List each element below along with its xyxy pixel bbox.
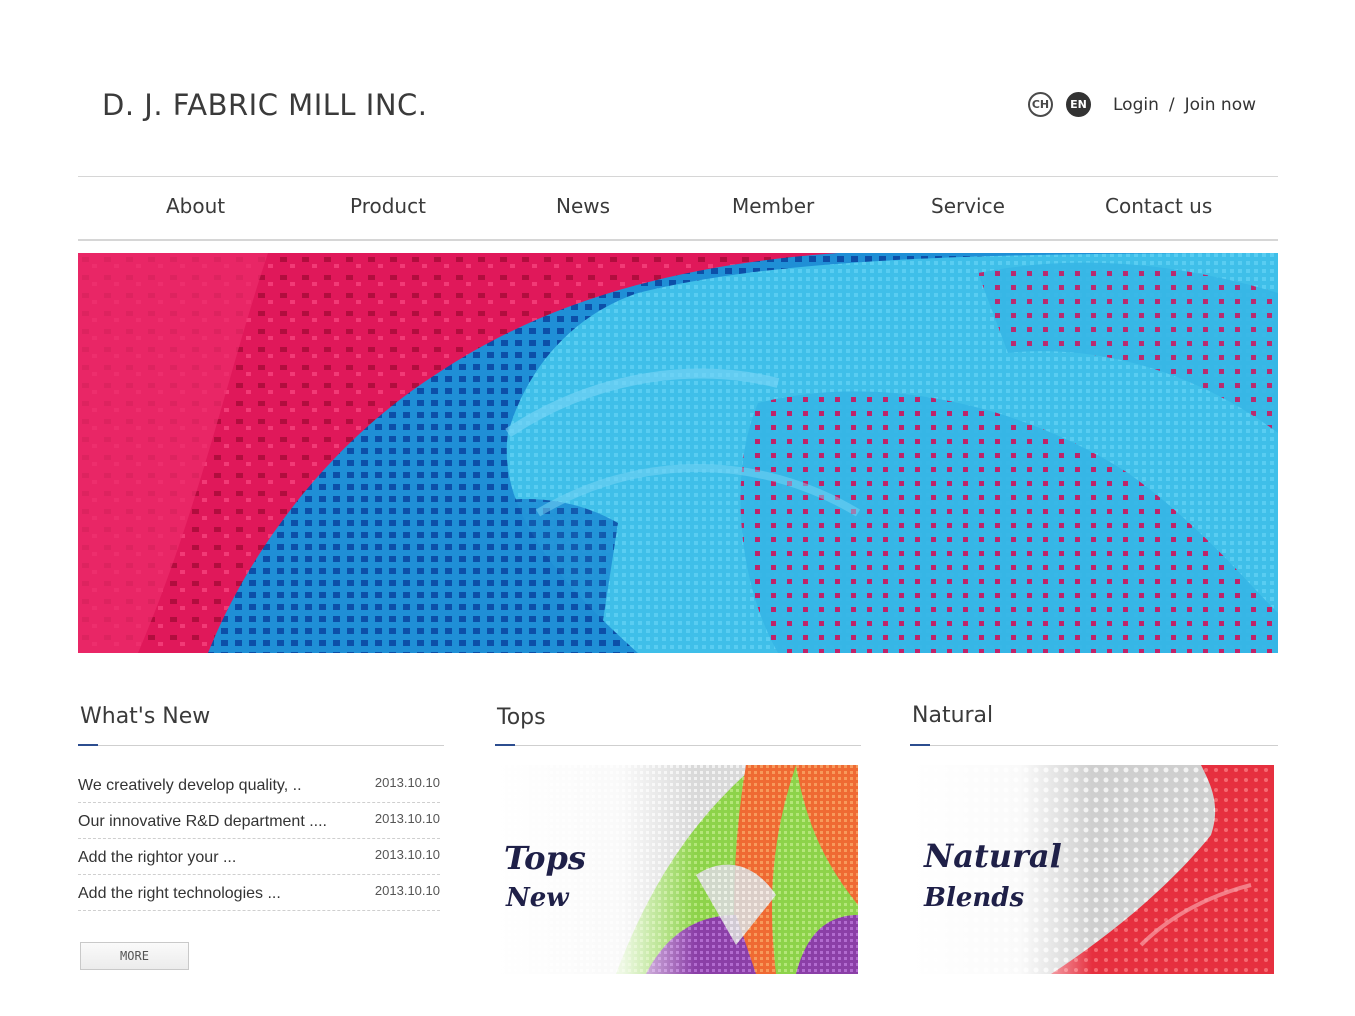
- main-nav: About Product News Member Service Contac…: [78, 176, 1278, 241]
- join-now-link[interactable]: Join now: [1185, 95, 1256, 115]
- news-item[interactable]: Add the rightor your ... 2013.10.10: [78, 839, 440, 875]
- news-item-date: 2013.10.10: [374, 883, 440, 898]
- news-item-date: 2013.10.10: [374, 811, 440, 826]
- nav-contact-us[interactable]: Contact us: [1105, 194, 1212, 218]
- site-logo[interactable]: D. J. FABRIC MILL INC.: [102, 88, 428, 122]
- news-item-title: We creatively develop quality, ..: [78, 777, 302, 794]
- news-list: We creatively develop quality, .. 2013.1…: [78, 767, 440, 911]
- hero-banner-image: [78, 253, 1278, 653]
- natural-promo-card[interactable]: Natural Blends: [911, 765, 1274, 974]
- nav-product[interactable]: Product: [350, 194, 426, 218]
- natural-accent: [910, 744, 930, 746]
- natural-title: Natural: [912, 703, 994, 728]
- news-item-title: Add the right technologies ...: [78, 885, 281, 902]
- news-item-date: 2013.10.10: [374, 847, 440, 862]
- whats-new-accent: [78, 744, 98, 746]
- natural-promo-heading: Natural: [924, 837, 1062, 875]
- news-item[interactable]: We creatively develop quality, .. 2013.1…: [78, 767, 440, 803]
- auth-separator: /: [1168, 94, 1175, 115]
- lace-fabric-illustration: [78, 253, 1278, 653]
- header-utility: CH EN Login / Join now: [1028, 92, 1256, 117]
- tops-divider: [495, 745, 861, 746]
- news-item[interactable]: Our innovative R&D department .... 2013.…: [78, 803, 440, 839]
- news-item-title: Add the rightor your ...: [78, 849, 237, 866]
- more-button[interactable]: MORE: [80, 942, 189, 970]
- news-item-date: 2013.10.10: [374, 775, 440, 790]
- whats-new-divider: [78, 745, 444, 746]
- tops-accent: [495, 744, 515, 746]
- news-item-title: Our innovative R&D department ....: [78, 813, 327, 830]
- nav-member[interactable]: Member: [732, 194, 814, 218]
- whats-new-title: What's New: [80, 704, 211, 729]
- login-link[interactable]: Login: [1113, 95, 1159, 115]
- tops-promo-card[interactable]: Tops New: [496, 765, 858, 974]
- news-item[interactable]: Add the right technologies ... 2013.10.1…: [78, 875, 440, 911]
- tops-promo-subheading: New: [506, 883, 569, 913]
- auth-links: Login / Join now: [1113, 95, 1256, 115]
- lang-ch-button[interactable]: CH: [1028, 92, 1053, 117]
- natural-promo-subheading: Blends: [924, 883, 1025, 913]
- nav-news[interactable]: News: [556, 194, 610, 218]
- lang-en-button[interactable]: EN: [1066, 92, 1091, 117]
- nav-about[interactable]: About: [166, 194, 225, 218]
- nav-service[interactable]: Service: [931, 194, 1005, 218]
- natural-divider: [910, 745, 1278, 746]
- tops-title: Tops: [497, 705, 546, 730]
- tops-promo-heading: Tops: [504, 839, 586, 877]
